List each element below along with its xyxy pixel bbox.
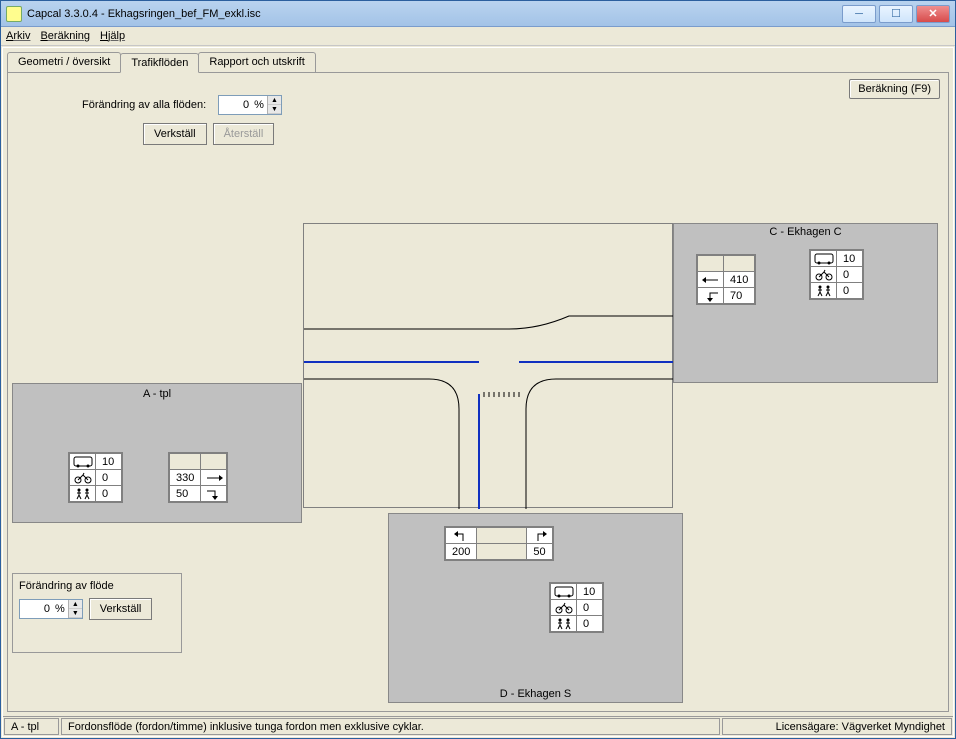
window-title: Capcal 3.3.0.4 - Ekhagsringen_bef_FM_exk… [27, 8, 842, 20]
menu-hjalp[interactable]: Hjälp [100, 30, 125, 42]
bus-icon [551, 584, 577, 600]
menubar: Arkiv Beräkning Hjälp [1, 27, 955, 46]
close-button[interactable]: ✕ [916, 5, 950, 23]
change-all-unit: % [251, 96, 267, 114]
berakning-button[interactable]: Beräkning (F9) [849, 79, 940, 99]
tab-panel: Beräkning (F9) Förändring av alla flöden… [7, 72, 949, 712]
change-one-input[interactable] [20, 600, 52, 618]
change-all-spinner[interactable]: % ▲▼ [218, 95, 282, 115]
bus-icon [70, 454, 96, 470]
panel-c-flow-through[interactable]: 410 [724, 272, 755, 288]
verkstall-button[interactable]: Verkställ [143, 123, 207, 145]
arrow-left-down-icon [698, 288, 724, 304]
arrow-up-left-icon [446, 528, 477, 544]
arrow-left-icon [698, 272, 724, 288]
bike-icon [70, 470, 96, 486]
change-one-verkstall-button[interactable]: Verkställ [89, 598, 153, 620]
panel-c-ped-value[interactable]: 0 [837, 283, 863, 299]
panel-d-flow-left[interactable]: 200 [446, 544, 477, 560]
pedestrian-icon [70, 486, 96, 502]
panel-d: 200 50 10 0 0 D - Ekhagen S [388, 513, 683, 703]
maximize-button[interactable]: ☐ [879, 5, 913, 23]
panel-d-bus-value[interactable]: 10 [577, 584, 603, 600]
panel-c-flow-left[interactable]: 70 [724, 288, 755, 304]
titlebar: Capcal 3.3.0.4 - Ekhagsringen_bef_FM_exk… [1, 1, 955, 27]
tab-geometri[interactable]: Geometri / översikt [7, 52, 121, 72]
app-window: Capcal 3.3.0.4 - Ekhagsringen_bef_FM_exk… [0, 0, 956, 739]
spinner-arrows[interactable]: ▲▼ [68, 600, 82, 618]
change-one-panel: Förändring av flöde % ▲▼ Verkställ [12, 573, 182, 653]
menu-arkiv[interactable]: Arkiv [6, 30, 30, 42]
intersection-canvas [303, 223, 673, 508]
panel-a-bike-value[interactable]: 0 [96, 470, 122, 486]
arrow-right-down-icon [201, 486, 227, 502]
app-icon [6, 6, 22, 22]
panel-c-icons-table[interactable]: 10 0 0 [809, 249, 864, 300]
pedestrian-icon [551, 616, 577, 632]
panel-a-icons-table[interactable]: 10 0 0 [68, 452, 123, 503]
change-one-label: Förändring av flöde [19, 580, 175, 592]
panel-a-flows-table[interactable]: 330 50 [168, 452, 228, 503]
arrow-up-right-icon [527, 528, 553, 544]
panel-c: C - Ekhagen C 410 70 10 0 0 [673, 223, 938, 383]
change-one-spinner[interactable]: % ▲▼ [19, 599, 83, 619]
panel-d-ped-value[interactable]: 0 [577, 616, 603, 632]
panel-a-title: A - tpl [13, 388, 301, 400]
status-mid: Fordonsflöde (fordon/timme) inklusive tu… [61, 718, 720, 735]
tabstrip: Geometri / översikt Trafikflöden Rapport… [7, 52, 949, 72]
panel-a-flow-right[interactable]: 50 [170, 486, 201, 502]
status-left: A - tpl [4, 718, 59, 735]
bike-icon [551, 600, 577, 616]
arrow-right-icon [201, 470, 227, 486]
panel-d-flows-table[interactable]: 200 50 [444, 526, 554, 561]
client-area: Geometri / översikt Trafikflöden Rapport… [2, 47, 954, 737]
panel-a: A - tpl 10 0 0 330 50 [12, 383, 302, 523]
panel-a-flow-through[interactable]: 330 [170, 470, 201, 486]
change-all-label: Förändring av alla flöden: [82, 99, 206, 111]
statusbar: A - tpl Fordonsflöde (fordon/timme) inkl… [3, 716, 953, 736]
panel-a-ped-value[interactable]: 0 [96, 486, 122, 502]
panel-a-bus-value[interactable]: 10 [96, 454, 122, 470]
menu-berakning[interactable]: Beräkning [40, 30, 90, 42]
status-right: Licensägare: Vägverket Myndighet [722, 718, 952, 735]
panel-d-flow-right[interactable]: 50 [527, 544, 553, 560]
aterstall-button: Återställ [213, 123, 275, 145]
panel-c-bus-value[interactable]: 10 [837, 251, 863, 267]
spinner-arrows[interactable]: ▲▼ [267, 96, 281, 114]
tab-rapport[interactable]: Rapport och utskrift [198, 52, 315, 72]
change-all-row: Förändring av alla flöden: % ▲▼ [82, 95, 282, 115]
panel-c-flows-table[interactable]: 410 70 [696, 254, 756, 305]
panel-d-icons-table[interactable]: 10 0 0 [549, 582, 604, 633]
bus-icon [811, 251, 837, 267]
panel-c-title: C - Ekhagen C [674, 226, 937, 238]
panel-c-bike-value[interactable]: 0 [837, 267, 863, 283]
panel-d-title: D - Ekhagen S [389, 688, 682, 700]
tab-trafikfloden[interactable]: Trafikflöden [120, 53, 199, 73]
panel-d-bike-value[interactable]: 0 [577, 600, 603, 616]
change-one-unit: % [52, 600, 68, 618]
change-all-input[interactable] [219, 96, 251, 114]
minimize-button[interactable]: ─ [842, 5, 876, 23]
pedestrian-icon [811, 283, 837, 299]
bike-icon [811, 267, 837, 283]
